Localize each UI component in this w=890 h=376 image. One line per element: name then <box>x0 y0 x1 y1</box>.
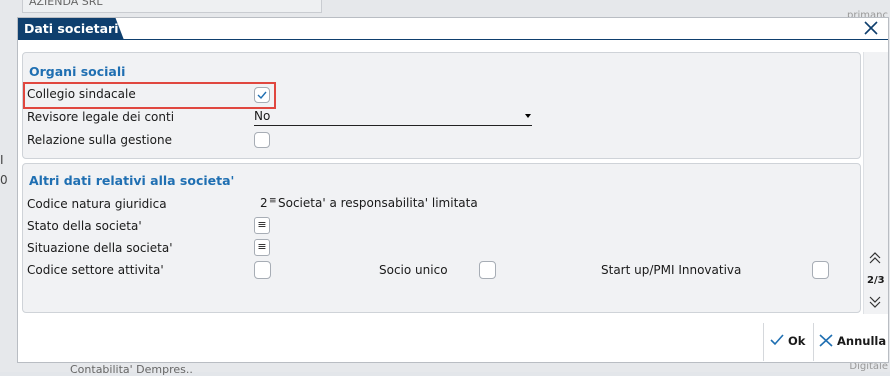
lookup-icon[interactable]: ≡ <box>269 196 277 206</box>
settore-attivita-label: Codice settore attivita' <box>27 263 164 277</box>
situazione-societa-label: Situazione della societa' <box>27 241 173 255</box>
page-up-icon[interactable] <box>868 252 882 267</box>
ok-label: Ok <box>788 334 806 348</box>
ok-button[interactable]: Ok <box>770 334 805 348</box>
cancel-label: Annulla <box>837 334 887 348</box>
dialog-titlebar: Dati societari <box>18 18 888 40</box>
socio-unico-label: Socio unico <box>379 263 448 277</box>
background-company-field: AZIENDA SRL <box>22 0 322 13</box>
check-icon <box>770 334 784 346</box>
footer-separator-2 <box>813 323 814 361</box>
collegio-sindacale-label: Collegio sindacale <box>27 87 136 101</box>
startup-label: Start up/PMI Innovativa <box>601 263 742 277</box>
revisore-label: Revisore legale dei conti <box>27 110 175 124</box>
natura-giuridica-code[interactable]: 2 <box>260 196 268 210</box>
footer-separator <box>763 323 764 361</box>
startup-checkbox[interactable] <box>812 261 829 279</box>
close-icon[interactable] <box>862 19 880 37</box>
collegio-sindacale-checkbox[interactable] <box>254 87 270 103</box>
dialog-title: Dati societari <box>18 18 124 40</box>
chevron-down-icon <box>525 114 531 118</box>
socio-unico-checkbox[interactable] <box>479 261 496 279</box>
background-bottom-label: Contabilita' Dempres.. <box>70 363 193 376</box>
natura-giuridica-label: Codice natura giuridica <box>27 197 167 211</box>
stato-societa-label: Stato della societa' <box>27 219 142 233</box>
cancel-icon <box>819 334 833 347</box>
background-left-label-2: 0 <box>0 173 8 187</box>
background-left-label: I <box>0 153 4 167</box>
organi-sociali-panel: Organi sociali Collegio sindacale Reviso… <box>22 52 861 159</box>
page-scroller: 2/3 <box>863 52 888 314</box>
settore-attivita-field[interactable] <box>254 261 271 279</box>
stato-societa-lookup[interactable]: ≡ <box>254 217 270 234</box>
page-indicator: 2/3 <box>867 275 885 286</box>
revisore-select-value: No <box>254 109 271 123</box>
title-underline <box>118 39 888 40</box>
organi-sociali-title: Organi sociali <box>29 64 126 79</box>
page-down-icon[interactable] <box>868 296 882 311</box>
relazione-label: Relazione sulla gestione <box>27 133 172 147</box>
cancel-button[interactable]: Annulla <box>819 334 886 348</box>
altri-dati-title: Altri dati relativi alla societa' <box>29 173 235 188</box>
natura-giuridica-description: Societa' a responsabilita' limitata <box>278 196 478 210</box>
situazione-societa-lookup[interactable]: ≡ <box>254 239 270 256</box>
dati-societari-dialog: Dati societari Organi sociali Collegio s… <box>17 17 889 363</box>
altri-dati-panel: Altri dati relativi alla societa' Codice… <box>22 163 861 313</box>
relazione-checkbox[interactable] <box>254 132 270 148</box>
revisore-select[interactable]: No <box>254 108 532 126</box>
